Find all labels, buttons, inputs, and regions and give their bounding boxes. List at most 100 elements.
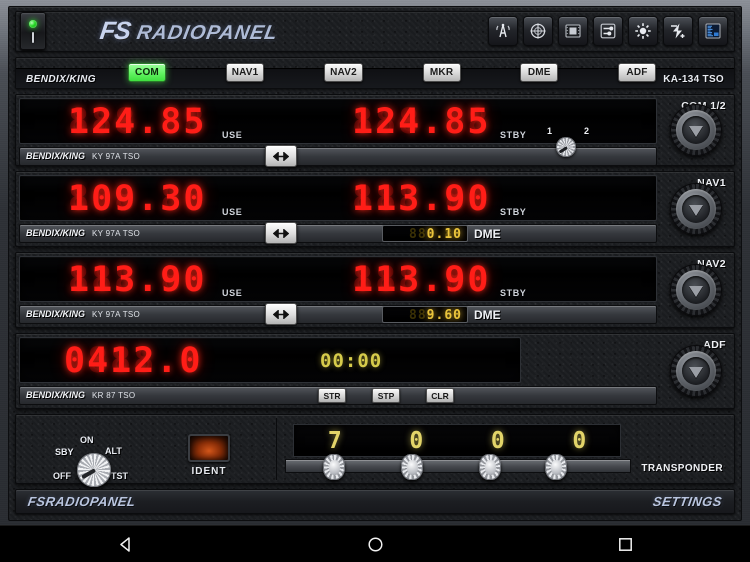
nav-recents-button[interactable] <box>597 536 653 553</box>
mode-label-sby[interactable]: SBY <box>55 447 74 457</box>
squawk-knob-2[interactable] <box>401 454 423 481</box>
nav1-dme-display: 888.88 0.10 <box>382 225 468 243</box>
adf-timer: 00:00 <box>320 350 383 373</box>
settings-button[interactable]: SETTINGS <box>652 494 723 509</box>
nav2-brand-label: BENDIX/KING <box>26 309 86 320</box>
selector-button-nav1[interactable]: NAV1 <box>225 62 265 82</box>
nav1-swap-button[interactable] <box>265 222 297 245</box>
nav1-display: 888.88 109.30 USE 888.88 113.90 STBY <box>19 175 657 222</box>
power-switch[interactable] <box>20 12 46 51</box>
com-radio-unit: COM 1/2 888.88 888.88 124.85 USE 888.88 … <box>15 94 735 168</box>
com-active-frequency[interactable]: 124.85 <box>68 102 206 142</box>
nav2-active-frequency[interactable]: 113.90 <box>68 260 206 300</box>
nav1-tuning-knob[interactable] <box>670 183 722 236</box>
com-standby-frequency[interactable]: 124.85 <box>352 102 490 142</box>
selector-button-nav2[interactable]: NAV2 <box>324 62 363 82</box>
display-icon[interactable] <box>698 16 728 47</box>
mode-label-off[interactable]: OFF <box>53 471 71 481</box>
nav-home-button[interactable] <box>347 536 403 553</box>
squawk-knob-3[interactable] <box>479 454 501 481</box>
antenna-icon[interactable] <box>488 16 518 47</box>
adf-frequency[interactable]: 0412.0 <box>64 341 202 381</box>
selector-brand-label: BENDIX/KING <box>26 74 96 86</box>
recents-square-icon <box>618 537 632 551</box>
com-use-label: USE <box>222 130 243 141</box>
app-header: FS RADIOPANEL <box>15 11 735 52</box>
logo-fs-text: FS <box>98 16 132 45</box>
nav-back-button[interactable] <box>97 536 153 553</box>
nav1-radio-unit: NAV1 888.88 109.30 USE 888.88 113.90 STB… <box>15 171 735 248</box>
transponder-mode-knob[interactable] <box>77 453 111 488</box>
com-1-2-selector: 1 2 <box>544 126 592 158</box>
mode-label-tst[interactable]: TST <box>111 471 128 481</box>
nav1-standby-frequency[interactable]: 113.90 <box>352 179 490 219</box>
com-swap-button[interactable] <box>265 145 297 168</box>
nav2-use-label: USE <box>222 288 243 299</box>
squawk-digit-3: 0 <box>490 427 505 454</box>
nav2-knob-outer-ring <box>676 270 716 311</box>
nav1-knob-pointer-icon <box>689 204 703 216</box>
transponder-unit: OFF SBY ON ALT TST IDENT 7 0 0 0 TRANSPO… <box>15 414 735 488</box>
adf-radio-unit: ADF 8888.8 0412.0 00:00 BENDIX/KING KR 8… <box>15 333 735 410</box>
panel-body: FS RADIOPANEL BENDIX/KING KA-134 TSO COM… <box>8 6 742 521</box>
power-led-icon <box>29 19 37 28</box>
flash-add-icon[interactable] <box>663 16 693 47</box>
nav2-dme-value: 9.60 <box>409 308 462 324</box>
nav2-tuning-knob[interactable] <box>670 264 722 317</box>
nav1-stby-label: STBY <box>500 207 527 218</box>
squawk-digit-2: 0 <box>409 427 424 454</box>
selector-button-group: COM NAV1 NAV2 MKR DME ADF <box>128 62 656 82</box>
com-selector-label-2: 2 <box>583 126 589 137</box>
squawk-knob-1[interactable] <box>323 454 345 481</box>
compass-icon[interactable] <box>523 16 553 47</box>
com-selector-knob[interactable] <box>556 137 576 158</box>
brightness-icon[interactable] <box>628 16 658 47</box>
nav1-brand-label: BENDIX/KING <box>26 228 86 239</box>
swap-arrows-icon <box>273 228 289 238</box>
transponder-inner: OFF SBY ON ALT TST IDENT 7 0 0 0 TRANSPO… <box>19 418 731 488</box>
squawk-digit-1: 7 <box>327 427 342 454</box>
back-triangle-icon <box>119 536 130 552</box>
squawk-digit-4: 0 <box>572 427 587 454</box>
nav1-active-frequency[interactable]: 109.30 <box>68 179 206 219</box>
nav2-dme-label: DME <box>474 307 501 322</box>
nav1-rail: BENDIX/KING KY 97A TSO 888.88 0.10 DME <box>19 222 657 245</box>
nav1-dme-label: DME <box>474 226 501 241</box>
connect-icon[interactable] <box>593 16 623 47</box>
squawk-knob-4[interactable] <box>545 454 567 481</box>
transponder-ident-button[interactable]: IDENT <box>179 434 239 477</box>
nav2-rail: BENDIX/KING KY 97A TSO 888.88 9.60 DME <box>19 303 657 326</box>
nav1-use-label: USE <box>222 207 243 218</box>
selector-button-com[interactable]: COM <box>128 62 166 82</box>
adf-tuning-knob[interactable] <box>670 345 722 398</box>
adf-str-button[interactable]: STR <box>318 388 346 404</box>
transponder-left-section: OFF SBY ON ALT TST IDENT <box>19 418 277 488</box>
nav2-swap-button[interactable] <box>265 303 297 326</box>
app-footer: FSRADIOPANEL SETTINGS <box>15 488 735 514</box>
adf-display: 8888.8 0412.0 00:00 <box>19 337 521 384</box>
adf-knob-inner-ring <box>682 357 710 386</box>
nav2-knob-inner-ring <box>682 276 710 305</box>
fs-radiopanel-app: FS RADIOPANEL BENDIX/KING KA-134 TSO COM… <box>0 0 750 525</box>
nav1-knob-inner-ring <box>682 195 710 224</box>
nav1-dme-value: 0.10 <box>409 227 462 243</box>
nav2-model-label: KY 97A TSO <box>92 310 141 320</box>
adf-stp-button[interactable]: STP <box>372 388 400 404</box>
nav2-stby-label: STBY <box>500 288 527 299</box>
com-tuning-knob[interactable] <box>670 104 722 157</box>
com-model-label: KY 97A TSO <box>92 152 141 162</box>
mode-label-alt[interactable]: ALT <box>105 446 122 456</box>
ident-lamp-icon <box>188 434 230 463</box>
selector-button-mkr[interactable]: MKR <box>422 62 461 82</box>
selector-button-dme[interactable]: DME <box>520 62 559 82</box>
header-icon-bar <box>488 16 728 47</box>
adf-knob-pointer-icon <box>689 366 703 378</box>
transponder-label: TRANSPONDER <box>641 462 723 474</box>
selector-button-adf[interactable]: ADF <box>617 62 656 82</box>
nav2-dme-display: 888.88 9.60 <box>382 306 468 324</box>
nav2-standby-frequency[interactable]: 113.90 <box>352 260 490 300</box>
swap-arrows-icon <box>273 309 289 319</box>
adf-clr-button[interactable]: CLR <box>426 388 454 404</box>
mode-label-on[interactable]: ON <box>80 435 94 445</box>
panel-icon[interactable] <box>558 16 588 47</box>
